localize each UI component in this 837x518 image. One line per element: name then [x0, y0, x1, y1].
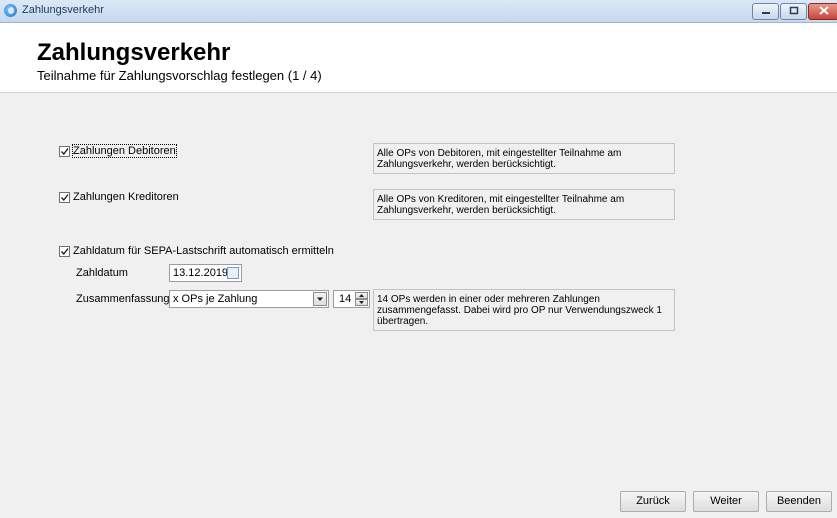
info-line: Zahlungsverkehr, werden berücksichtigt. — [377, 205, 556, 216]
window-title: Zahlungsverkehr — [22, 4, 104, 16]
checkbox-sepa-zahldatum[interactable]: Zahldatum für SEPA-Lastschrift automatis… — [59, 245, 334, 257]
maximize-icon — [789, 6, 798, 15]
select-value: x OPs je Zahlung — [173, 293, 258, 305]
checkmark-icon — [61, 147, 69, 155]
info-line: 14 OPs werden in einer oder mehreren Zah… — [377, 294, 600, 305]
close-button[interactable] — [808, 3, 837, 20]
chevron-down-icon[interactable] — [313, 292, 327, 306]
zusammenfassung-select[interactable]: x OPs je Zahlung — [169, 290, 329, 308]
info-line: übertragen. — [377, 316, 429, 327]
checkbox-box[interactable] — [59, 245, 70, 257]
calendar-icon[interactable] — [227, 267, 239, 279]
info-zusammenfassung: 14 OPs werden in einer oder mehreren Zah… — [373, 289, 675, 331]
stepper-up-icon[interactable] — [355, 292, 368, 299]
checkbox-zahlungen-debitoren[interactable]: Zahlungen Debitoren — [59, 144, 177, 158]
window-titlebar[interactable]: Zahlungsverkehr — [0, 0, 837, 23]
date-value: 13.12.2019 — [173, 267, 229, 279]
info-kreditoren: Alle OPs von Kreditoren, mit eingestellt… — [373, 189, 675, 220]
close-icon — [818, 6, 829, 15]
checkbox-label: Zahlungen Debitoren — [72, 144, 177, 158]
checkbox-box[interactable] — [59, 191, 70, 203]
zusammenfassung-label: Zusammenfassung — [76, 293, 170, 305]
zahldatum-label: Zahldatum — [76, 267, 128, 279]
finish-button[interactable]: Beenden — [766, 491, 832, 512]
info-line: Zahlungsverkehr, werden berücksichtigt. — [377, 159, 556, 170]
maximize-button[interactable] — [780, 3, 807, 20]
checkbox-zahlungen-kreditoren[interactable]: Zahlungen Kreditoren — [59, 191, 179, 203]
page-title: Zahlungsverkehr — [37, 39, 231, 66]
info-debitoren: Alle OPs von Debitoren, mit eingestellte… — [373, 143, 675, 174]
app-icon — [4, 4, 17, 17]
info-line: zusammengefasst. Dabei wird pro OP nur V… — [377, 305, 662, 316]
zahldatum-date-field[interactable]: 13.12.2019 — [169, 264, 242, 282]
minimize-icon — [761, 12, 770, 14]
checkmark-icon — [61, 247, 69, 255]
info-line: Alle OPs von Debitoren, mit eingestellte… — [377, 148, 622, 159]
back-button[interactable]: Zurück — [620, 491, 686, 512]
checkbox-label: Zahlungen Kreditoren — [73, 191, 179, 203]
next-button[interactable]: Weiter — [693, 491, 759, 512]
wizard-header: Zahlungsverkehr Teilnahme für Zahlungsvo… — [0, 23, 837, 92]
stepper-down-icon[interactable] — [355, 299, 368, 306]
checkbox-box[interactable] — [59, 145, 70, 157]
checkbox-label: Zahldatum für SEPA-Lastschrift automatis… — [73, 245, 334, 257]
page-subtitle: Teilnahme für Zahlungsvorschlag festlege… — [37, 68, 322, 83]
minimize-button[interactable] — [752, 3, 779, 20]
info-line: Alle OPs von Kreditoren, mit eingestellt… — [377, 194, 625, 205]
stepper-value: 14 — [339, 293, 352, 305]
checkmark-icon — [61, 193, 69, 201]
op-count-stepper[interactable]: 14 — [333, 290, 370, 308]
wizard-content: Zahlungen Debitoren Alle OPs von Debitor… — [0, 92, 837, 518]
